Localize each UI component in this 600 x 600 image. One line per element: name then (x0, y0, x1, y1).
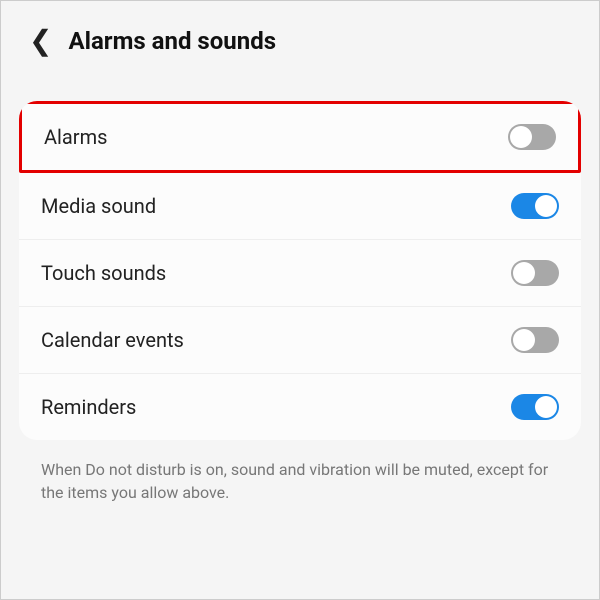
toggle-knob (535, 195, 557, 217)
setting-row-media-sound[interactable]: Media sound (19, 173, 581, 240)
toggle-touch-sounds[interactable] (511, 260, 559, 286)
setting-row-reminders[interactable]: Reminders (19, 374, 581, 440)
setting-label: Alarms (44, 125, 107, 149)
setting-label: Calendar events (41, 328, 184, 352)
toggle-knob (510, 126, 532, 148)
setting-label: Touch sounds (41, 261, 166, 285)
toggle-calendar-events[interactable] (511, 327, 559, 353)
setting-row-touch-sounds[interactable]: Touch sounds (19, 240, 581, 307)
footer-description: When Do not disturb is on, sound and vib… (19, 440, 581, 522)
page-title: Alarms and sounds (68, 27, 276, 55)
toggle-knob (513, 329, 535, 351)
header: ❮ Alarms and sounds (19, 19, 581, 73)
toggle-knob (535, 396, 557, 418)
setting-label: Reminders (41, 395, 136, 419)
toggle-reminders[interactable] (511, 394, 559, 420)
toggle-media-sound[interactable] (511, 193, 559, 219)
setting-row-alarms[interactable]: Alarms (19, 101, 581, 173)
setting-label: Media sound (41, 194, 156, 218)
back-icon[interactable]: ❮ (29, 27, 52, 55)
toggle-alarms[interactable] (508, 124, 556, 150)
setting-row-calendar-events[interactable]: Calendar events (19, 307, 581, 374)
settings-list: Alarms Media sound Touch sounds Calendar… (19, 101, 581, 440)
toggle-knob (513, 262, 535, 284)
settings-screen: ❮ Alarms and sounds Alarms Media sound T… (0, 0, 600, 600)
